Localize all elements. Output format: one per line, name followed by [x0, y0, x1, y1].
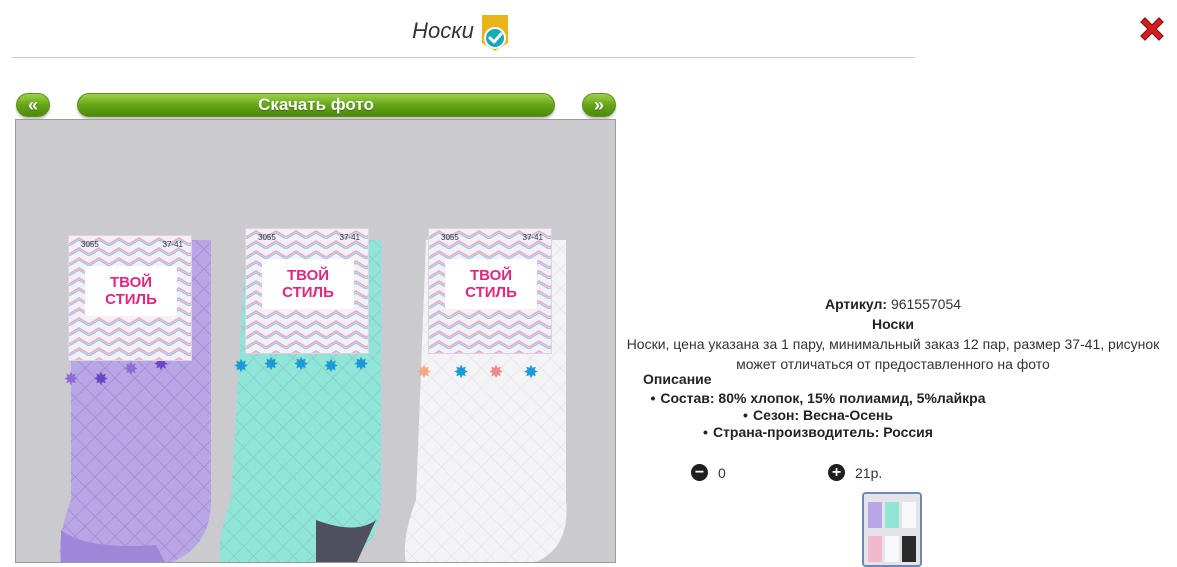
svg-text:✸: ✸	[93, 369, 108, 390]
tag-code: 3055	[81, 240, 99, 249]
price-value: 21р.	[855, 464, 883, 481]
tag-brand: ТВОЙ СТИЛЬ	[445, 259, 537, 309]
description-item: Страна-производитель: Россия	[643, 424, 993, 441]
product-tag: 3055 37-41 ТВОЙ СТИЛЬ	[428, 228, 552, 354]
svg-text:✸: ✸	[523, 362, 538, 383]
product-info: Артикул: 961557054 Носки Носки, цена ука…	[618, 294, 1168, 374]
description-title: Описание	[643, 371, 712, 387]
product-tag: 3055 37-41 ТВОЙ СТИЛЬ	[68, 235, 192, 361]
tag-brand: ТВОЙ СТИЛЬ	[85, 266, 177, 316]
download-photo-button[interactable]: Скачать фото	[77, 93, 555, 117]
close-x-icon[interactable]	[1136, 13, 1168, 45]
quantity-control: − 0	[691, 464, 726, 481]
tag-brand: ТВОЙ СТИЛЬ	[262, 259, 354, 309]
approved-check-icon	[481, 15, 508, 51]
photo-thumbnail[interactable]	[862, 492, 922, 567]
description-item: Сезон: Весна-Осень	[643, 407, 993, 424]
description-list: Состав: 80% хлопок, 15% полиамид, 5%лайк…	[643, 390, 993, 441]
page-title: Носки	[412, 18, 474, 43]
product-summary: Носки, цена указана за 1 пару, минимальн…	[626, 336, 1160, 372]
product-name: Носки	[872, 316, 914, 332]
tag-size: 37-41	[162, 240, 183, 249]
description-block: Описание Состав: 80% хлопок, 15% полиами…	[643, 371, 1003, 441]
article-row: Артикул: 961557054	[618, 294, 1168, 314]
price-control: + 21р.	[828, 464, 882, 481]
description-item: Состав: 80% хлопок, 15% полиамид, 5%лайк…	[643, 390, 993, 407]
svg-text:✸: ✸	[233, 356, 248, 377]
svg-text:✸: ✸	[263, 354, 278, 375]
tag-size: 37-41	[339, 233, 360, 242]
svg-text:✸: ✸	[293, 354, 308, 375]
thumbnail-image	[864, 494, 920, 565]
svg-text:✸: ✸	[63, 369, 78, 390]
tag-code: 3055	[441, 233, 459, 242]
svg-text:✸: ✸	[416, 362, 431, 383]
title-divider	[12, 57, 915, 58]
quantity-value: 0	[718, 464, 726, 481]
svg-text:✸: ✸	[123, 359, 138, 380]
article-label: Артикул:	[824, 296, 888, 312]
svg-text:✸: ✸	[353, 354, 368, 375]
prev-photo-button[interactable]: «	[16, 93, 50, 117]
tag-code: 3055	[258, 233, 276, 242]
tag-size: 37-41	[522, 233, 543, 242]
svg-text:✸: ✸	[453, 362, 468, 383]
product-tag: 3055 37-41 ТВОЙ СТИЛЬ	[245, 228, 369, 354]
minus-circle-icon[interactable]: −	[691, 464, 708, 481]
plus-circle-icon[interactable]: +	[828, 464, 845, 481]
title-bar: Носки	[0, 8, 922, 54]
next-photo-button[interactable]: »	[582, 93, 616, 117]
product-photo: ✸ ✸ ✸ ✸ ✸ ✸ ✸ ✸ ✸ ✸ ✸ ✸ ✸ 3055 37-41 ТВОЙ СТИЛЬ 30…	[15, 119, 616, 563]
article-value: 961557054	[890, 296, 962, 312]
svg-text:✸: ✸	[488, 362, 503, 383]
svg-text:✸: ✸	[323, 356, 338, 377]
